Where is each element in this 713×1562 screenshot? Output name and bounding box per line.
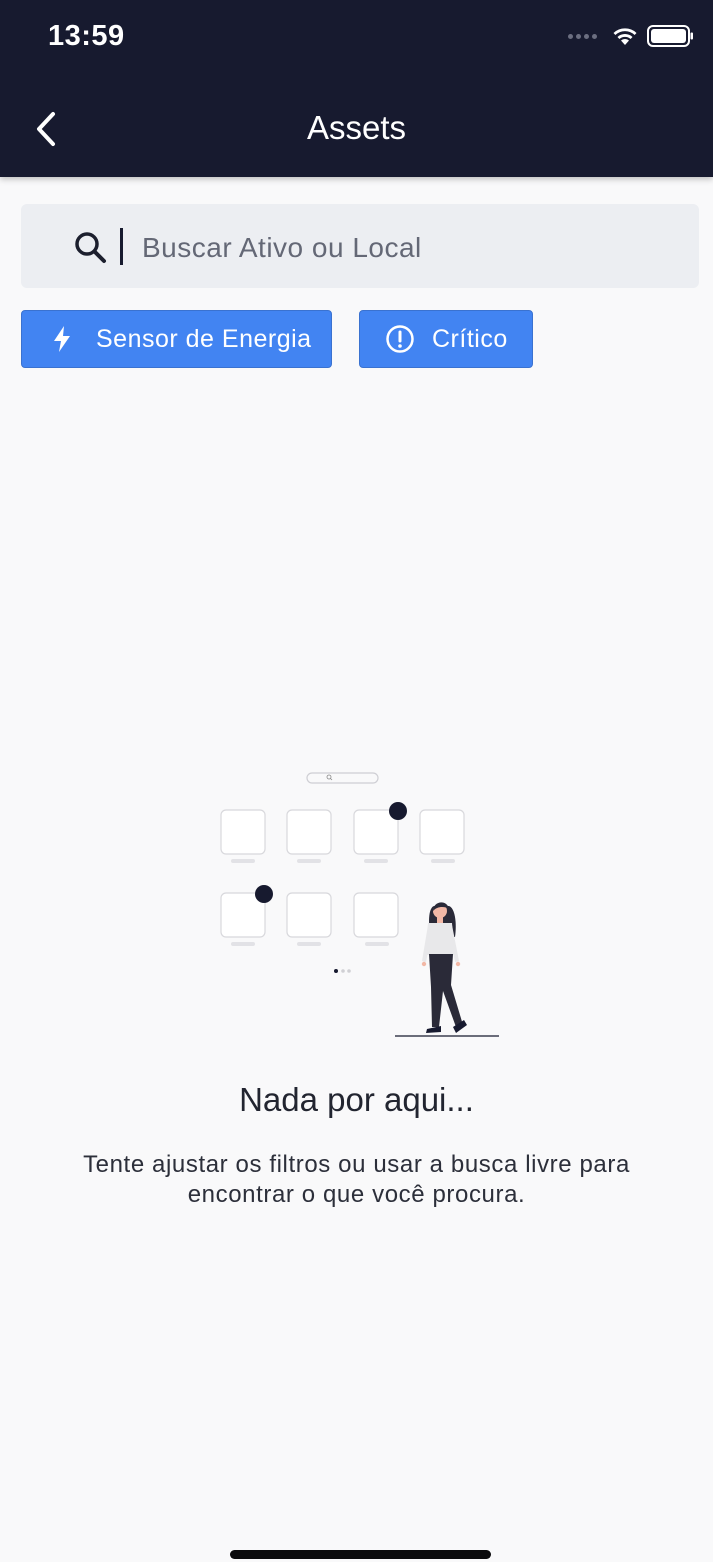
home-indicator	[230, 1550, 491, 1559]
search-input[interactable]	[142, 228, 682, 268]
page-title: Assets	[306, 109, 407, 146]
signal-dots-icon	[568, 33, 597, 39]
wifi-icon	[613, 28, 637, 45]
filter-chip-energy-sensor[interactable]: Sensor de Energia	[21, 310, 332, 368]
lightning-icon	[46, 325, 78, 353]
filter-chip-label: Crítico	[432, 324, 508, 353]
alert-circle-icon	[384, 324, 416, 354]
empty-state-title: Nada por aqui...	[239, 1081, 474, 1118]
empty-state-illustration	[220, 772, 499, 1037]
filter-chip-label: Sensor de Energia	[96, 324, 312, 353]
status-icons	[568, 24, 695, 48]
empty-state-message: Tente ajustar os filtros ou usar a busca…	[83, 1151, 630, 1208]
battery-icon	[647, 25, 693, 47]
status-time: 13:59	[48, 20, 125, 52]
filter-chip-critical[interactable]: Crítico	[359, 310, 533, 368]
search-icon	[75, 232, 106, 263]
text-cursor	[120, 228, 123, 265]
app-header: 13:59 Assets	[0, 0, 713, 177]
